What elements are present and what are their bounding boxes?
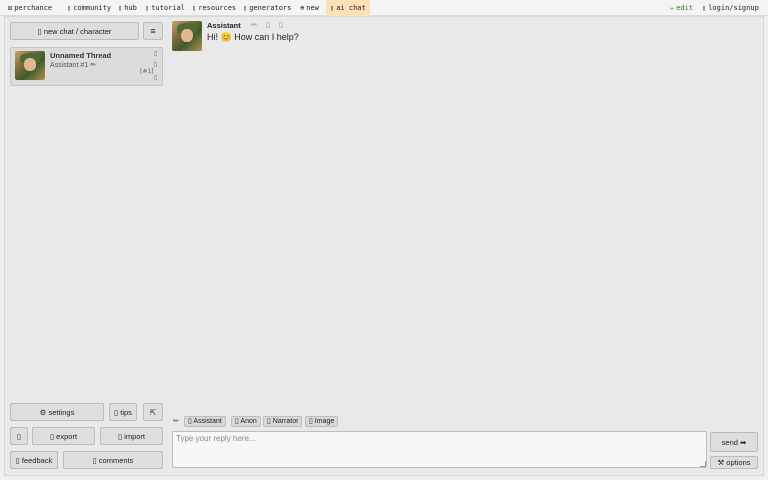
chip-anon[interactable]: ▯ Anon xyxy=(231,416,261,427)
nav-edit[interactable]: ✏ edit xyxy=(670,0,693,16)
new-chat-button[interactable]: ▯ new chat / character xyxy=(10,22,139,40)
avatar-face xyxy=(24,58,36,72)
nav-community[interactable]: ▯ community xyxy=(67,0,111,16)
collapse-icon[interactable]: ⇱ xyxy=(143,403,163,421)
chip-image[interactable]: ▯ Image xyxy=(305,416,339,427)
chip-assistant[interactable]: ▯ Assistant xyxy=(184,416,226,427)
nav-new[interactable]: ⊕ new xyxy=(300,0,319,16)
tutorial-icon: ▯ xyxy=(145,4,150,12)
nav-label: tutorial xyxy=(151,4,185,12)
top-nav: ⚄ perchance ▯ community ▯ hub ▯ tutorial ▯ re… xyxy=(0,0,768,16)
nav-label: ai chat xyxy=(336,4,366,12)
assistant-avatar xyxy=(172,21,202,51)
plus-circle-icon: ⊕ xyxy=(300,4,305,12)
nav-label: edit xyxy=(676,4,694,12)
nav-tutorial[interactable]: ▯ tutorial xyxy=(145,0,185,16)
resize-handle[interactable] xyxy=(700,461,706,467)
unknown-button[interactable]: ▯ xyxy=(10,427,28,445)
generators-icon: ▯ xyxy=(243,4,248,12)
options-button[interactable]: ⚒ options xyxy=(710,456,758,469)
export-button[interactable]: ▯ export xyxy=(32,427,95,445)
message-text: Hi! 😊 How can I help? xyxy=(207,32,299,42)
nav-label: hub xyxy=(124,4,137,12)
message-action-icon[interactable]: ▯ xyxy=(266,21,270,29)
hub-icon: ▯ xyxy=(118,4,123,12)
nav-ai-chat[interactable]: ▯ ai chat xyxy=(326,0,370,16)
thread-delete-icon[interactable]: ▯ xyxy=(154,74,157,81)
nav-generators[interactable]: ▯ generators xyxy=(243,0,291,16)
nav-label: new xyxy=(306,4,319,12)
thread-menu-icon[interactable]: ▯ xyxy=(154,50,157,57)
pencil-icon[interactable]: ✏ xyxy=(173,417,179,425)
nav-label: perchance xyxy=(14,4,53,12)
edit-message-icon[interactable]: ✏ xyxy=(251,21,257,29)
nav-login[interactable]: ▯ login/signup xyxy=(702,0,759,16)
nav-perchance[interactable]: ⚄ perchance xyxy=(8,0,52,16)
import-button[interactable]: ▯ import xyxy=(100,427,163,445)
comments-button[interactable]: ▯ comments xyxy=(63,451,163,469)
user-icon: ▯ xyxy=(702,4,707,12)
thread-action-icon[interactable]: ▯ xyxy=(154,61,157,68)
resources-icon: ▯ xyxy=(192,4,197,12)
pencil-icon: ✏ xyxy=(670,4,675,12)
nav-label: login/signup xyxy=(708,4,759,12)
chip-narrator[interactable]: ▯ Narrator xyxy=(263,416,303,427)
thread-avatar xyxy=(15,51,45,80)
message-action-icon[interactable]: ▯ xyxy=(279,21,283,29)
settings-button[interactable]: ⚙ settings xyxy=(10,403,104,421)
nav-label: community xyxy=(73,4,112,12)
nav-label: generators xyxy=(249,4,292,12)
community-icon: ▯ xyxy=(67,4,72,12)
nav-hub[interactable]: ▯ hub xyxy=(118,0,137,16)
thread-title: Unnamed Thread xyxy=(50,51,112,60)
tips-button[interactable]: ▯ tips xyxy=(109,403,137,421)
chat-icon: ▯ xyxy=(330,4,335,12)
reply-input[interactable] xyxy=(172,431,707,468)
send-button[interactable]: send ➡ xyxy=(710,432,758,452)
thread-subtitle[interactable]: Assistant #1 ✏ xyxy=(50,61,96,69)
dice-icon: ⚄ xyxy=(8,4,13,12)
thread-count: [#1] xyxy=(140,68,154,75)
message-author: Assistant xyxy=(207,21,241,30)
avatar-face xyxy=(181,28,193,42)
feedback-button[interactable]: ▯ feedback xyxy=(10,451,58,469)
nav-resources[interactable]: ▯ resources xyxy=(192,0,236,16)
menu-icon[interactable]: ≡ xyxy=(143,22,163,40)
nav-label: resources xyxy=(198,4,237,12)
